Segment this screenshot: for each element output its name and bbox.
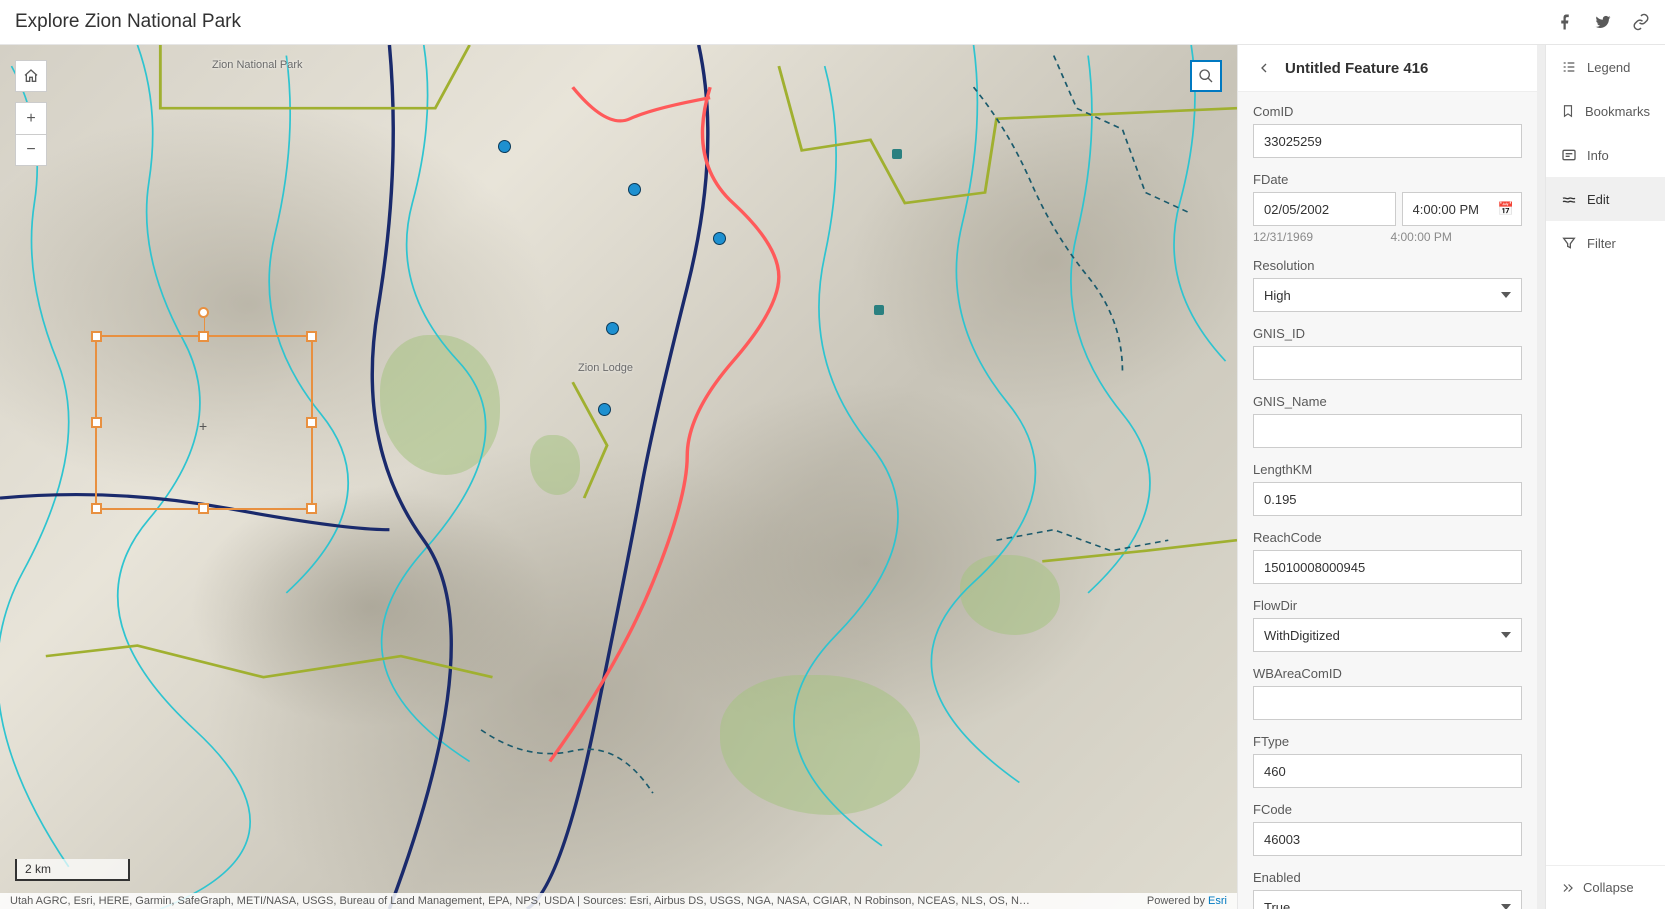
tool-label: Legend <box>1587 60 1630 75</box>
gnis-id-input[interactable] <box>1253 346 1522 380</box>
field-comid: ComID <box>1253 104 1522 158</box>
field-flowdir: FlowDir WithDigitized <box>1253 598 1522 652</box>
map-marker[interactable] <box>713 232 726 245</box>
map-marker[interactable] <box>874 305 884 315</box>
field-label: LengthKM <box>1253 462 1522 477</box>
main-layout: Zion Lodge Zion National Park + + − <box>0 45 1665 909</box>
field-label: FDate <box>1253 172 1522 187</box>
tool-label: Edit <box>1587 192 1609 207</box>
feature-panel: Untitled Feature 416 ComID FDate 📅 12/31… <box>1237 45 1537 909</box>
fdate-time-hint: 4:00:00 PM <box>1391 230 1523 244</box>
attribution-powered-by: Powered by Esri <box>1147 895 1227 907</box>
field-label: Enabled <box>1253 870 1522 885</box>
tool-label: Collapse <box>1583 880 1634 895</box>
wbareacomid-input[interactable] <box>1253 686 1522 720</box>
map-label-zion-park: Zion National Park <box>212 60 303 71</box>
scale-bar: 2 km <box>15 859 130 881</box>
fcode-input[interactable] <box>1253 822 1522 856</box>
lengthkm-input[interactable] <box>1253 482 1522 516</box>
map-label-zion-lodge: Zion Lodge <box>578 362 633 374</box>
ftype-input[interactable] <box>1253 754 1522 788</box>
field-label: FlowDir <box>1253 598 1522 613</box>
tool-bookmarks[interactable]: Bookmarks <box>1546 89 1665 133</box>
zoom-out-button[interactable]: − <box>15 134 47 166</box>
field-label: ComID <box>1253 104 1522 119</box>
field-reachcode: ReachCode <box>1253 530 1522 584</box>
fdate-date-input[interactable] <box>1253 192 1396 226</box>
tool-label: Bookmarks <box>1585 104 1650 119</box>
feature-title: Untitled Feature 416 <box>1285 60 1428 77</box>
search-button[interactable] <box>1190 60 1222 92</box>
zoom-controls: + − <box>15 102 47 166</box>
scrollbar-track[interactable] <box>1537 45 1545 909</box>
field-ftype: FType <box>1253 734 1522 788</box>
app-header: Explore Zion National Park <box>0 0 1665 45</box>
selection-handle[interactable] <box>91 503 102 514</box>
back-button[interactable] <box>1253 57 1275 79</box>
app-title: Explore Zion National Park <box>15 11 241 33</box>
twitter-icon[interactable] <box>1594 13 1612 31</box>
selection-handle[interactable] <box>306 503 317 514</box>
field-fdate: FDate 📅 12/31/1969 4:00:00 PM <box>1253 172 1522 244</box>
selection-handle[interactable] <box>198 331 209 342</box>
selection-handle[interactable] <box>91 417 102 428</box>
facebook-icon[interactable] <box>1556 13 1574 31</box>
attribution-sources: Utah AGRC, Esri, HERE, Garmin, SafeGraph… <box>10 895 1137 907</box>
selection-handle[interactable] <box>306 417 317 428</box>
tool-label: Filter <box>1587 236 1616 251</box>
field-label: Resolution <box>1253 258 1522 273</box>
field-gnis-name: GNIS_Name <box>1253 394 1522 448</box>
resolution-select[interactable]: High <box>1253 278 1522 312</box>
feature-body: ComID FDate 📅 12/31/1969 4:00:00 PM <box>1238 92 1537 909</box>
map-marker[interactable] <box>598 403 611 416</box>
selection-handle[interactable] <box>91 331 102 342</box>
field-resolution: Resolution High <box>1253 258 1522 312</box>
link-icon[interactable] <box>1632 13 1650 31</box>
tool-edit[interactable]: Edit <box>1546 177 1665 221</box>
tool-filter[interactable]: Filter <box>1546 221 1665 265</box>
selection-rotate-handle[interactable] <box>198 307 209 318</box>
map-marker[interactable] <box>628 183 641 196</box>
tool-panel: Legend Bookmarks Info Edit Filter Collap… <box>1545 45 1665 909</box>
field-gnis-id: GNIS_ID <box>1253 326 1522 380</box>
map-area[interactable]: Zion Lodge Zion National Park + + − <box>0 45 1237 909</box>
field-lengthkm: LengthKM <box>1253 462 1522 516</box>
collapse-button[interactable]: Collapse <box>1546 865 1665 909</box>
enabled-select[interactable]: True <box>1253 890 1522 909</box>
zoom-in-button[interactable]: + <box>15 102 47 134</box>
field-label: GNIS_ID <box>1253 326 1522 341</box>
tool-label: Info <box>1587 148 1609 163</box>
flowdir-select[interactable]: WithDigitized <box>1253 618 1522 652</box>
home-extent-button[interactable] <box>15 60 47 92</box>
comid-input[interactable] <box>1253 124 1522 158</box>
selection-handle[interactable] <box>198 503 209 514</box>
gnis-name-input[interactable] <box>1253 414 1522 448</box>
map-marker[interactable] <box>606 322 619 335</box>
tool-legend[interactable]: Legend <box>1546 45 1665 89</box>
field-fcode: FCode <box>1253 802 1522 856</box>
field-label: ReachCode <box>1253 530 1522 545</box>
selection-center-icon: + <box>199 418 207 434</box>
field-label: GNIS_Name <box>1253 394 1522 409</box>
field-enabled: Enabled True <box>1253 870 1522 909</box>
fdate-date-hint: 12/31/1969 <box>1253 230 1385 244</box>
map-controls: + − <box>15 60 47 166</box>
header-share-icons <box>1556 13 1650 31</box>
feature-header: Untitled Feature 416 <box>1238 45 1537 92</box>
map-marker[interactable] <box>892 149 902 159</box>
selection-box[interactable]: + <box>95 335 313 510</box>
fdate-time-input[interactable] <box>1402 192 1523 226</box>
map-attribution: Utah AGRC, Esri, HERE, Garmin, SafeGraph… <box>0 893 1237 909</box>
esri-link[interactable]: Esri <box>1208 895 1227 907</box>
selection-handle[interactable] <box>306 331 317 342</box>
field-label: WBAreaComID <box>1253 666 1522 681</box>
reachcode-input[interactable] <box>1253 550 1522 584</box>
map-marker[interactable] <box>498 140 511 153</box>
field-wbareacomid: WBAreaComID <box>1253 666 1522 720</box>
field-label: FCode <box>1253 802 1522 817</box>
field-label: FType <box>1253 734 1522 749</box>
tool-info[interactable]: Info <box>1546 133 1665 177</box>
